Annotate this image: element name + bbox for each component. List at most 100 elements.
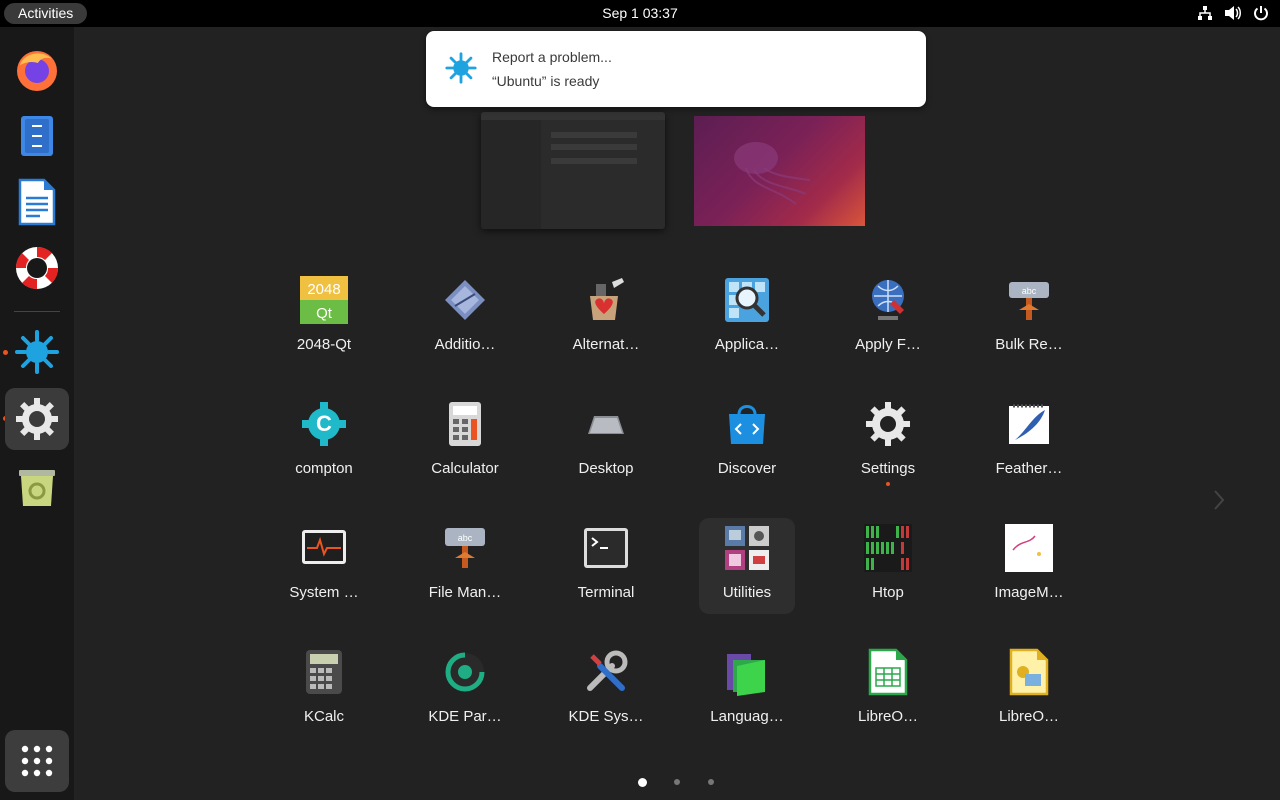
app-label: Desktop	[578, 460, 634, 477]
app-tile-alternatives[interactable]: Alternat…	[558, 270, 654, 366]
app-label: Additio…	[434, 336, 496, 353]
app-label: System …	[289, 584, 359, 601]
app-tile-compton[interactable]: Ccompton	[276, 394, 372, 490]
trash-icon[interactable]	[5, 457, 69, 519]
clock: Sep 1 03:37	[0, 0, 1280, 27]
app-tile-calculator[interactable]: Calculator	[417, 394, 513, 490]
app-label: Apply F…	[855, 336, 921, 353]
app-tile-language[interactable]: Languag…	[699, 642, 795, 738]
app-tile-system-monitor[interactable]: System …	[276, 518, 372, 614]
app-label: ImageM…	[994, 584, 1064, 601]
files-icon[interactable]	[5, 105, 69, 167]
app-tile-imagemagick[interactable]: ImageM…	[981, 518, 1077, 614]
libreoffice-draw-icon	[1005, 648, 1053, 696]
page-dot-2[interactable]	[674, 779, 680, 785]
app-tile-libreoffice-draw[interactable]: LibreO…	[981, 642, 1077, 738]
app-label: Htop	[872, 584, 904, 601]
libreoffice-calc-icon	[864, 648, 912, 696]
lifebuoy-icon[interactable]	[5, 237, 69, 299]
app-label: LibreO…	[857, 708, 919, 725]
notification-title: Report a problem...	[492, 49, 612, 65]
page-indicator	[630, 776, 730, 790]
workspace-thumbnail-1[interactable]	[481, 112, 665, 229]
app-label: Bulk Re…	[995, 336, 1063, 353]
utilities-folder-icon	[723, 524, 771, 572]
splash-icon	[445, 52, 477, 84]
compton-icon: C	[300, 400, 348, 448]
notification-banner[interactable]: Report a problem... “Ubuntu” is ready	[426, 31, 926, 107]
show-apps-button[interactable]	[5, 730, 69, 792]
svg-text:C: C	[316, 411, 332, 436]
app-tile-discover[interactable]: Discover	[699, 394, 795, 490]
firefox-icon[interactable]	[5, 39, 69, 101]
app-tile-feather[interactable]: Feather…	[981, 394, 1077, 490]
desktop-icon	[582, 400, 630, 448]
app-label: Settings	[860, 460, 916, 477]
2048-icon: 2048 Qt	[300, 276, 348, 324]
htop-icon	[864, 524, 912, 572]
next-page-arrow[interactable]	[1212, 488, 1226, 512]
svg-text:Qt: Qt	[316, 305, 333, 322]
app-tile-libreoffice-calc[interactable]: LibreO…	[840, 642, 936, 738]
network-icon[interactable]	[1196, 4, 1214, 22]
top-bar: Activities Sep 1 03:37	[0, 0, 1280, 27]
app-tile-file-manager[interactable]: abc File Man…	[417, 518, 513, 614]
app-tile-apply-filter[interactable]: Apply F…	[840, 270, 936, 366]
app-tile-2048[interactable]: 2048 Qt 2048-Qt	[276, 270, 372, 366]
app-tile-terminal[interactable]: Terminal	[558, 518, 654, 614]
bulk-rename-icon: abc	[1005, 276, 1053, 324]
grid-icon	[21, 745, 53, 777]
language-icon	[723, 648, 771, 696]
kde-system-icon	[582, 648, 630, 696]
gear-icon[interactable]	[5, 388, 69, 450]
system-monitor-icon	[300, 524, 348, 572]
app-label: LibreO…	[998, 708, 1060, 725]
volume-icon[interactable]	[1224, 4, 1242, 22]
kde-partition-icon	[441, 648, 489, 696]
app-label: compton	[295, 460, 353, 477]
workspace-thumbnail-2[interactable]	[694, 116, 865, 226]
app-finder-icon	[723, 276, 771, 324]
app-label: Terminal	[577, 584, 635, 601]
app-tile-kcalc[interactable]: KCalc	[276, 642, 372, 738]
app-tile-kde-system[interactable]: KDE Sys…	[558, 642, 654, 738]
app-label: Discover	[717, 460, 777, 477]
app-label: Utilities	[722, 584, 772, 601]
svg-text:abc: abc	[1022, 286, 1037, 296]
running-indicator	[886, 482, 890, 486]
settings-icon	[864, 400, 912, 448]
app-tile-app-finder[interactable]: Applica…	[699, 270, 795, 366]
system-tray[interactable]	[1196, 4, 1270, 22]
file-manager-icon: abc	[441, 524, 489, 572]
app-label: File Man…	[428, 584, 502, 601]
alternatives-icon	[582, 276, 630, 324]
app-tile-additional-drivers[interactable]: Additio…	[417, 270, 513, 366]
svg-text:2048: 2048	[307, 281, 340, 298]
app-tile-utilities-folder[interactable]: Utilities	[699, 518, 795, 614]
app-label: KDE Par…	[428, 708, 502, 725]
app-tile-bulk-rename[interactable]: abc Bulk Re…	[981, 270, 1077, 366]
app-label: Applica…	[714, 336, 780, 353]
libreoffice-writer-icon[interactable]	[5, 171, 69, 233]
app-label: Calculator	[431, 460, 499, 477]
svg-text:abc: abc	[458, 533, 473, 543]
dock	[0, 27, 74, 800]
app-label: 2048-Qt	[296, 336, 352, 353]
calculator-icon	[441, 400, 489, 448]
activities-button[interactable]: Activities	[4, 3, 88, 24]
page-dot-3[interactable]	[708, 779, 714, 785]
app-label: KDE Sys…	[568, 708, 644, 725]
splash-icon[interactable]	[5, 321, 69, 383]
app-tile-settings[interactable]: Settings	[840, 394, 936, 490]
page-dot-1[interactable]	[638, 778, 647, 787]
apply-filter-icon	[864, 276, 912, 324]
additional-drivers-icon	[441, 276, 489, 324]
app-label: Languag…	[710, 708, 784, 725]
discover-icon	[723, 400, 771, 448]
clock-label[interactable]: Sep 1 03:37	[602, 5, 678, 21]
app-tile-desktop[interactable]: Desktop	[558, 394, 654, 490]
power-icon[interactable]	[1252, 4, 1270, 22]
app-label: KCalc	[303, 708, 344, 725]
app-tile-kde-partition[interactable]: KDE Par…	[417, 642, 513, 738]
app-tile-htop[interactable]: Htop	[840, 518, 936, 614]
